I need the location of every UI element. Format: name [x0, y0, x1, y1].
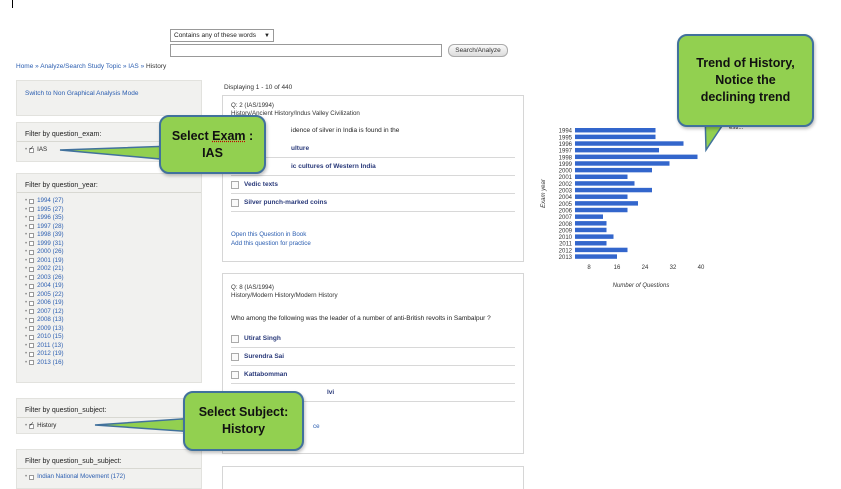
chart-y-tick-label: 2010 [559, 235, 573, 241]
select-subject-callout: Select Subject: History [183, 391, 304, 451]
chart-bar [575, 161, 670, 166]
chart-y-tick-label: 2000 [559, 169, 573, 175]
chart-bar [575, 181, 635, 186]
trend-callout-line3: declining trend [700, 90, 791, 104]
trend-callout-line2: Notice the [715, 73, 776, 87]
chart-x-tick-label: 24 [642, 265, 649, 271]
chart-bar [575, 254, 617, 259]
chart-y-tick-label: 2002 [559, 182, 573, 188]
chart-y-tick-label: 2005 [559, 202, 573, 208]
chart-x-axis-label: Number of Questions [613, 283, 670, 289]
chart-bar [575, 234, 614, 239]
chart-bar [575, 167, 652, 173]
subject-callout-line2: History [221, 422, 266, 436]
chart-y-tick-label: 1999 [559, 162, 573, 168]
chart-x-tick-label: 8 [587, 265, 591, 271]
chart-bar [575, 128, 656, 133]
chart-bar [575, 154, 698, 160]
chart-bar [575, 214, 603, 219]
chart-y-tick-label: 2007 [559, 215, 573, 221]
chart-bar [575, 134, 656, 140]
chart-bar [575, 174, 628, 179]
chart-y-tick-label: 2004 [559, 195, 573, 201]
chart-bar [575, 201, 638, 206]
chart-y-tick-label: 1996 [559, 142, 573, 148]
chart-bar [575, 207, 628, 213]
chart-y-tick-label: 1997 [559, 149, 573, 155]
chart-y-tick-label: 2003 [559, 189, 573, 195]
chart-y-tick-label: 2009 [559, 228, 573, 234]
chart-y-tick-label: 1998 [559, 155, 573, 161]
chart-bar [575, 221, 607, 226]
chart-y-tick-label: 1994 [559, 129, 573, 135]
chart-bar [575, 147, 659, 153]
chart-y-tick-label: 2006 [559, 208, 573, 214]
chart-x-tick-label: 40 [698, 265, 705, 271]
chart-bar [575, 241, 607, 246]
chart-y-tick-label: 2012 [559, 248, 573, 254]
chart-bar [575, 247, 628, 253]
chart-bar [575, 187, 652, 193]
chart-y-tick-label: 2011 [559, 242, 573, 248]
chart-bar [575, 194, 628, 199]
chart-y-tick-label: 2001 [559, 175, 573, 181]
chart-y-tick-label: 2013 [559, 255, 573, 261]
chart-x-tick-label: 32 [670, 265, 677, 271]
chart-x-tick-label: 16 [614, 265, 621, 271]
chart-y-axis-label: Exam year [541, 178, 547, 208]
chart-bar [575, 141, 684, 146]
chart-y-tick-label: 2008 [559, 222, 573, 228]
select-exam-callout: Select Exam : IAS [159, 115, 266, 174]
subject-callout-line1: Select Subject: [198, 405, 289, 419]
trend-callout-line1: Trend of History, [696, 56, 795, 70]
chart-y-tick-label: 1995 [559, 135, 573, 141]
exam-callout-line1: Select Exam : [171, 128, 254, 143]
trend-callout: Trend of History, Notice the declining t… [677, 34, 814, 127]
chart-bar [575, 227, 607, 233]
exam-callout-line2: IAS [202, 145, 223, 160]
